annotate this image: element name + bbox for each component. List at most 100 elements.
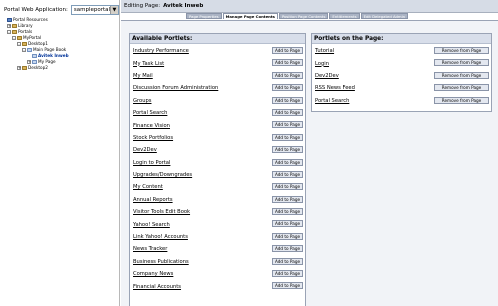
portlet-link[interactable]: Login to Portal — [133, 160, 170, 166]
list-item: Business Publications Add to Page — [130, 256, 305, 268]
add-to-page-button[interactable]: Add to Page — [272, 257, 303, 265]
editing-page-value: Avitek Inweb — [163, 3, 204, 9]
list-item: Finance Vision Add to Page — [130, 119, 305, 131]
app-selector-row: Portal Web Application: sampleportal ▼ — [4, 5, 119, 15]
list-item: My Content Add to Page — [130, 181, 305, 193]
tab-entitlements[interactable]: Entitlements — [329, 13, 360, 19]
portlet-link[interactable]: News Tracker — [133, 246, 167, 252]
tab-manage-page-contents[interactable]: Manage Page Contents — [222, 13, 278, 19]
portlet-link[interactable]: Company News — [133, 271, 173, 277]
add-to-page-button[interactable]: Add to Page — [272, 158, 303, 166]
portlet-link[interactable]: My Mail — [133, 73, 153, 79]
portlet-link[interactable]: Business Publications — [133, 259, 189, 265]
add-to-page-button[interactable]: Add to Page — [272, 183, 303, 191]
add-to-page-button[interactable]: Add to Page — [272, 282, 303, 290]
portlet-link[interactable]: Discussion Forum Administration — [133, 85, 218, 91]
portlet-link[interactable]: Financial Accounts — [133, 284, 181, 290]
add-to-page-button[interactable]: Add to Page — [272, 232, 303, 240]
portlet-link[interactable]: Dev2Dev — [315, 73, 339, 79]
add-to-page-button[interactable]: Add to Page — [272, 220, 303, 228]
add-to-page-button[interactable]: Add to Page — [272, 245, 303, 253]
add-to-page-button[interactable]: Add to Page — [272, 108, 303, 116]
portlet-link[interactable]: My Task List — [133, 61, 164, 67]
page-icon — [27, 48, 32, 52]
add-to-page-button[interactable]: Add to Page — [272, 208, 303, 216]
portlet-link[interactable]: Finance Vision — [133, 123, 170, 129]
page-portlets-panel: Portlets on the Page: Tutorial Remove fro… — [311, 33, 492, 112]
expand-icon[interactable]: + — [7, 24, 11, 28]
tab-edit-delegated-admin[interactable]: Edit Delegated Admin — [360, 13, 409, 19]
portlet-link[interactable]: My Content — [133, 184, 163, 190]
chevron-down-icon[interactable]: ▼ — [109, 6, 118, 14]
tab-position-page-contents[interactable]: Position Page Contents — [278, 13, 329, 19]
add-to-page-button[interactable]: Add to Page — [272, 270, 303, 278]
list-item: Portal Search Add to Page — [130, 107, 305, 119]
add-to-page-button[interactable]: Add to Page — [272, 170, 303, 178]
folder-icon — [22, 66, 27, 70]
collapse-icon[interactable]: - — [17, 42, 21, 46]
add-to-page-button[interactable]: Add to Page — [272, 133, 303, 141]
available-portlets-list: Industry Performance Add to Page My Task L… — [130, 45, 305, 293]
tree-node-desktop2[interactable]: + Desktop2 — [2, 65, 118, 71]
page-icon — [32, 60, 37, 64]
add-to-page-button[interactable]: Add to Page — [272, 59, 303, 67]
add-to-page-button[interactable]: Add to Page — [272, 146, 303, 154]
tree-node-label: Desktop2 — [28, 65, 48, 70]
list-item: Portal Search Remove from Page — [312, 95, 491, 107]
add-to-page-button[interactable]: Add to Page — [272, 47, 303, 54]
remove-from-page-button[interactable]: Remove from Page — [434, 84, 489, 92]
portlet-link[interactable]: Groups — [133, 98, 152, 104]
portlet-link[interactable]: Dev2Dev — [133, 147, 157, 153]
page-icon — [32, 54, 37, 58]
portlet-link[interactable]: Portal Search — [315, 98, 349, 104]
root-icon — [7, 18, 12, 22]
collapse-icon[interactable]: - — [7, 30, 11, 34]
expand-icon[interactable]: + — [17, 66, 21, 70]
editing-page-bar: Editing Page: Avitek Inweb — [121, 0, 498, 13]
list-item: Dev2Dev Add to Page — [130, 144, 305, 156]
list-item: RSS News Feed Remove from Page — [312, 82, 491, 94]
list-item: Login to Portal Add to Page — [130, 157, 305, 169]
folder-icon — [17, 36, 22, 40]
add-to-page-button[interactable]: Add to Page — [272, 121, 303, 129]
list-item: Tutorial Remove from Page — [312, 45, 491, 57]
app-selector-value: sampleportal — [73, 7, 111, 13]
portlet-link[interactable]: Yahoo! Search — [133, 222, 170, 228]
resource-tree: Portal Resources + Library - Portals - MyPorta… — [2, 17, 118, 71]
content-area: Available Portlets: Industry Performance… — [121, 20, 498, 306]
remove-from-page-button[interactable]: Remove from Page — [434, 47, 489, 54]
list-item: News Tracker Add to Page — [130, 243, 305, 255]
list-item: Dev2Dev Remove from Page — [312, 70, 491, 82]
list-item: Annual Reports Add to Page — [130, 194, 305, 206]
collapse-icon[interactable]: - — [12, 36, 16, 40]
portlet-link[interactable]: Portal Search — [133, 110, 167, 116]
list-item: My Task List Add to Page — [130, 57, 305, 69]
page-portlets-title: Portlets on the Page: — [312, 34, 491, 44]
expand-icon[interactable]: + — [27, 60, 31, 64]
portlet-link[interactable]: Annual Reports — [133, 197, 173, 203]
list-item: Groups Add to Page — [130, 95, 305, 107]
portlet-link[interactable]: Visitor Tools Edit Book — [133, 209, 190, 215]
list-item: Yahoo! Search Add to Page — [130, 218, 305, 230]
remove-from-page-button[interactable]: Remove from Page — [434, 71, 489, 79]
list-item: Industry Performance Add to Page — [130, 45, 305, 57]
collapse-icon[interactable]: - — [22, 48, 26, 52]
app-selector-dropdown[interactable]: sampleportal ▼ — [70, 5, 119, 15]
portlet-link[interactable]: RSS News Feed — [315, 85, 355, 91]
add-to-page-button[interactable]: Add to Page — [272, 71, 303, 79]
add-to-page-button[interactable]: Add to Page — [272, 96, 303, 104]
folder-icon — [22, 42, 27, 46]
portlet-link[interactable]: Link Yahoo! Accounts — [133, 234, 188, 240]
list-item: Upgrades/Downgrades Add to Page — [130, 169, 305, 181]
tab-page-properties[interactable]: Page Properties — [186, 13, 222, 19]
available-portlets-panel: Available Portlets: Industry Performance… — [129, 33, 306, 306]
add-to-page-button[interactable]: Add to Page — [272, 195, 303, 203]
portlet-link[interactable]: Tutorial — [315, 48, 334, 54]
portlet-link[interactable]: Stock Portfolios — [133, 135, 173, 141]
remove-from-page-button[interactable]: Remove from Page — [434, 59, 489, 67]
portlet-link[interactable]: Login — [315, 61, 329, 67]
portlet-link[interactable]: Industry Performance — [133, 48, 189, 54]
remove-from-page-button[interactable]: Remove from Page — [434, 96, 489, 104]
add-to-page-button[interactable]: Add to Page — [272, 84, 303, 92]
portlet-link[interactable]: Upgrades/Downgrades — [133, 172, 192, 178]
